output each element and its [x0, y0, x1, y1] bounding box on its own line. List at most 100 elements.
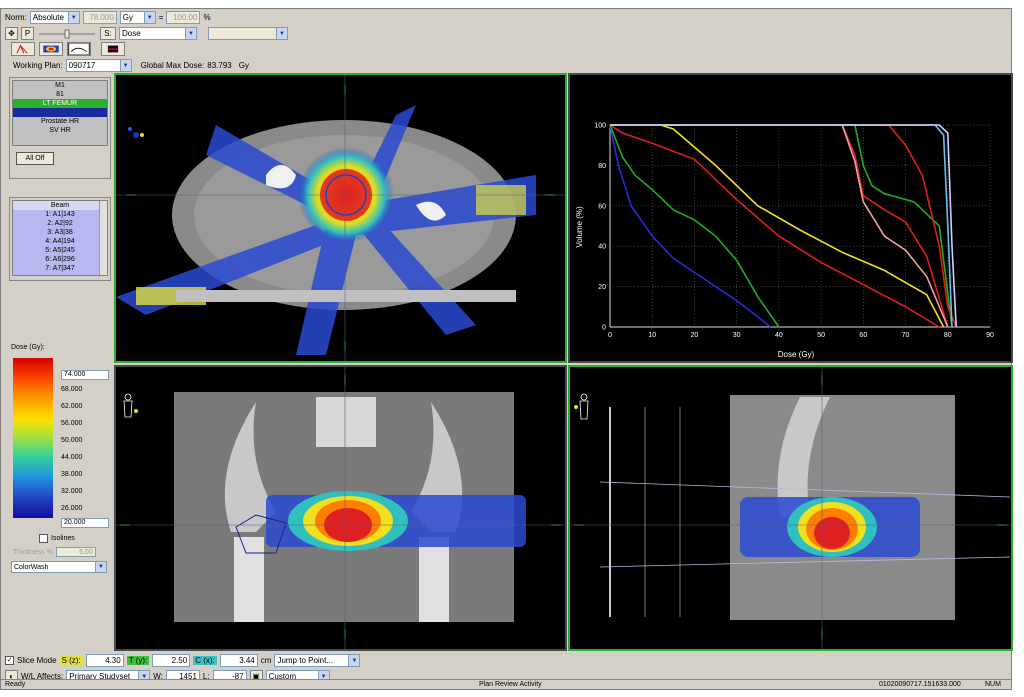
dose-tick: 38.000 — [61, 471, 83, 478]
beam-item[interactable]: 5: A5|245 — [13, 246, 107, 255]
dvh-x-tick-label: 40 — [775, 332, 783, 339]
working-plan-label: Working Plan: — [13, 61, 63, 70]
chevron-down-icon: ▼ — [276, 28, 287, 39]
body-orientation-icon — [123, 393, 138, 418]
dose-tick: 50.000 — [61, 437, 83, 444]
axial-view[interactable] — [114, 73, 567, 363]
structure-item[interactable]: SV HR — [13, 126, 107, 135]
dvh-x-tick-label: 0 — [608, 332, 612, 339]
dvh-x-tick-label: 30 — [733, 332, 741, 339]
global-max-unit: Gy — [238, 61, 249, 70]
isolines-checkbox[interactable] — [39, 534, 48, 543]
dose-toolbar: ✥ P S: Dose ▼ ▼ — [1, 27, 288, 40]
dvh-series-line-8 — [610, 124, 953, 328]
structure-item[interactable]: 81 — [13, 90, 107, 99]
structure-item-selected[interactable]: LT FEMUR — [13, 99, 107, 108]
beam-item[interactable]: 2: A2|92 — [13, 219, 107, 228]
isodose-view-icon[interactable] — [67, 42, 91, 56]
c-coord-field[interactable]: 3.44 — [219, 654, 258, 667]
dvh-series-line-2 — [609, 124, 940, 328]
dose-scale-title: Dose (Gy): — [11, 344, 45, 351]
beam-panel: Beam 1: A1|143 2: A2|92 3: A3|38 4: A4|1… — [9, 197, 111, 281]
dvh-x-tick-label: 10 — [648, 332, 656, 339]
sagittal-view[interactable] — [568, 365, 1013, 651]
dvh-x-tick-label: 50 — [817, 332, 825, 339]
display-mode-select[interactable]: ColorWash ▼ — [11, 561, 107, 573]
dvh-x-axis-label: Dose (Gy) — [778, 350, 815, 359]
norm-mode-select[interactable]: Absolute ▼ — [29, 11, 80, 24]
thickness-label: Thickness % — [13, 548, 53, 556]
colorwash-view-icon[interactable] — [39, 42, 63, 56]
structure-item[interactable]: M1 — [13, 81, 107, 90]
beam-list-scrollbar[interactable] — [99, 201, 107, 275]
structure-item[interactable] — [13, 108, 107, 117]
chevron-down-icon: ▼ — [95, 562, 106, 572]
beam-item[interactable]: 3: A3|38 — [13, 228, 107, 237]
norm-percent-unit: % — [203, 13, 211, 22]
s-button[interactable]: S: — [100, 27, 116, 40]
coronal-view[interactable] — [114, 365, 567, 651]
structure-panel: M1 81 LT FEMUR Prostate HR SV HR All Off — [9, 77, 111, 179]
norm-label: Norm: — [5, 13, 27, 22]
move-icon[interactable]: ✥ — [5, 27, 18, 40]
dose-colorbar — [13, 358, 53, 518]
thickness-field[interactable]: 5.00 — [55, 547, 96, 557]
chevron-down-icon: ▼ — [119, 60, 131, 71]
view-mode-buttons — [1, 42, 125, 56]
beam-item[interactable]: 6: A6|296 — [13, 255, 107, 264]
norm-unit-select[interactable]: Gy ▼ — [119, 11, 156, 24]
t-coord-label: T (y): — [126, 656, 150, 665]
axial-image[interactable] — [116, 75, 565, 361]
norm-equals: = — [158, 13, 164, 22]
working-plan-row: Working Plan: 090717 ▼ Global Max Dose: 8… — [1, 59, 249, 72]
dvh-series-line-6 — [610, 124, 953, 328]
dose-max-field[interactable]: 74.000 — [61, 370, 109, 380]
dvh-view[interactable]: 0 10 20 30 40 50 60 70 80 90 0 20 40 60 80 100 Dose (Gy… — [568, 73, 1013, 363]
dvh-y-tick-label: 80 — [598, 163, 606, 170]
structure-list[interactable]: M1 81 LT FEMUR Prostate HR SV HR — [12, 80, 108, 146]
isolines-label: Isolines — [51, 535, 75, 542]
chevron-down-icon: ▼ — [348, 655, 360, 666]
beam-list[interactable]: Beam 1: A1|143 2: A2|92 3: A3|38 4: A4|1… — [12, 200, 108, 276]
coronal-image[interactable] — [116, 367, 565, 649]
global-max-value: 83.793 — [207, 61, 232, 70]
dose-tick: 62.000 — [61, 403, 83, 410]
beam-item[interactable]: 4: A4|194 — [13, 237, 107, 246]
dvh-view-icon[interactable] — [101, 42, 125, 56]
t-coord-field[interactable]: 2.50 — [152, 654, 191, 667]
chevron-down-icon: ▼ — [143, 12, 155, 23]
dvh-y-tick-label: 60 — [598, 203, 606, 210]
coord-unit: cm — [260, 656, 272, 665]
isolines-checkbox-row[interactable]: Isolines — [39, 534, 75, 543]
dvh-chart[interactable]: 0 10 20 30 40 50 60 70 80 90 0 20 40 60 80 100 Dose (Gy… — [570, 75, 1011, 361]
c-coord-label: C (x): — [193, 656, 217, 665]
jump-to-point-select[interactable]: Jump to Point... ▼ — [274, 654, 361, 667]
norm-value-field[interactable]: 78.000 — [82, 11, 117, 24]
planning-window: Norm: Absolute ▼ 78.000 Gy ▼ = 100.00 % ✥ … — [0, 8, 1013, 690]
dvh-x-tick-label: 90 — [986, 332, 994, 339]
chevron-down-icon: ▼ — [67, 12, 79, 23]
status-left: Ready — [5, 681, 26, 688]
secondary-select[interactable]: ▼ — [208, 27, 288, 40]
thickness-row: Thickness % 5.00 — [13, 547, 96, 557]
sagittal-image[interactable] — [570, 367, 1011, 649]
dose-min-field[interactable]: 20.000 — [61, 518, 109, 528]
beam-item[interactable]: 7: A7|347 — [13, 264, 107, 273]
norm-percent-field[interactable]: 100.00 — [166, 11, 201, 24]
p-button[interactable]: P — [21, 27, 34, 40]
dose-tick: 56.000 — [61, 420, 83, 427]
dose-scale-panel: Dose (Gy): 74.000 68.000 62.000 56.000 5… — [9, 344, 111, 584]
beam-item[interactable]: 1: A1|143 — [13, 210, 107, 219]
s-coord-field[interactable]: 4.30 — [85, 654, 124, 667]
working-plan-select[interactable]: 090717 ▼ — [65, 59, 132, 72]
all-off-button[interactable]: All Off — [16, 152, 54, 165]
dvh-y-tick-label: 20 — [598, 284, 606, 291]
display-quantity-select[interactable]: Dose ▼ — [119, 27, 197, 40]
opacity-slider[interactable] — [37, 29, 97, 39]
beam-view-icon[interactable] — [11, 42, 35, 56]
global-max-label: Global Max Dose: — [140, 61, 205, 70]
dvh-x-tick-label: 70 — [902, 332, 910, 339]
chevron-down-icon: ▼ — [185, 28, 196, 39]
structure-item[interactable]: Prostate HR — [13, 117, 107, 126]
slice-mode-checkbox[interactable]: ✓ — [5, 656, 14, 665]
